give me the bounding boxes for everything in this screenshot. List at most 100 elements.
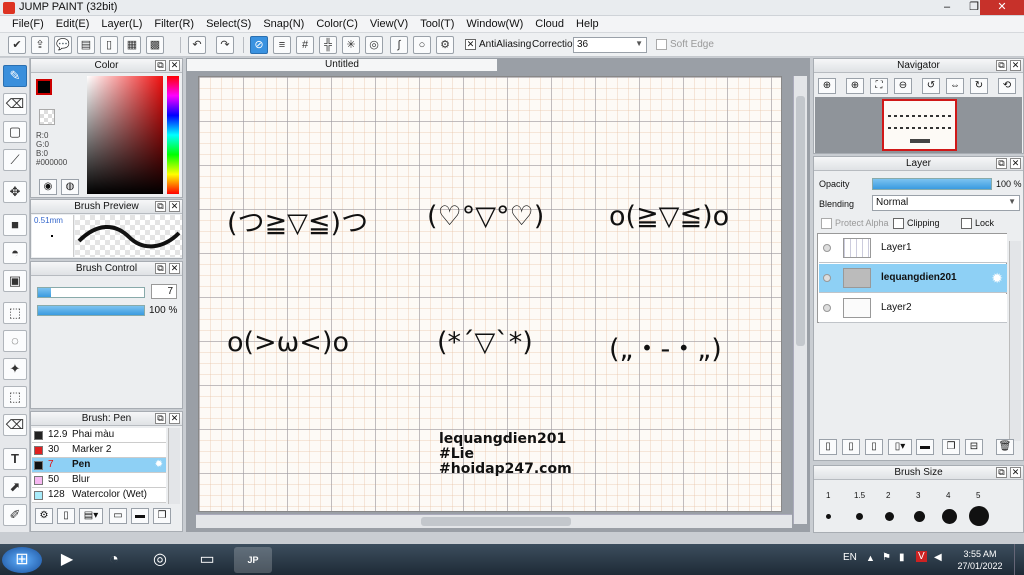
brush-size-dot[interactable] bbox=[885, 512, 894, 521]
start-button[interactable]: ⊞ bbox=[2, 547, 42, 573]
brush-size-option[interactable]: 3 bbox=[916, 491, 920, 500]
cross-snap-icon[interactable]: ╬ bbox=[319, 36, 337, 54]
v-app-icon[interactable]: V bbox=[916, 551, 927, 562]
jump-paint-taskbar-icon[interactable]: JP bbox=[234, 547, 272, 573]
operation-tool-icon[interactable]: ⬈ bbox=[3, 476, 27, 498]
vertical-scrollbar[interactable] bbox=[793, 76, 807, 524]
menu-window[interactable]: Window(W) bbox=[460, 16, 529, 32]
menu-cloud[interactable]: Cloud bbox=[529, 16, 570, 32]
brush-size-dot[interactable] bbox=[826, 514, 831, 519]
flip-icon[interactable]: ⇔ bbox=[946, 78, 964, 94]
snap-settings-icon[interactable]: ⚙ bbox=[436, 36, 454, 54]
brush-size-dot[interactable] bbox=[969, 506, 989, 526]
brush-size-option[interactable]: 2 bbox=[886, 491, 890, 500]
layer-folder-icon[interactable]: ▬ bbox=[916, 439, 934, 455]
undo-icon[interactable]: ↶ bbox=[188, 36, 206, 54]
menu-view[interactable]: View(V) bbox=[364, 16, 414, 32]
panel-close-icon[interactable]: ✕ bbox=[1010, 467, 1021, 478]
grid-layout-icon[interactable]: ▩ bbox=[146, 36, 164, 54]
undock-icon[interactable]: ⧉ bbox=[996, 60, 1007, 71]
layer-visibility-icon[interactable] bbox=[823, 274, 831, 282]
reset-rotation-icon[interactable]: ⟲ bbox=[998, 78, 1016, 94]
lock-checkbox[interactable] bbox=[961, 218, 972, 229]
rect-select-tool-icon[interactable]: ▢ bbox=[3, 121, 27, 143]
undock-icon[interactable]: ⧉ bbox=[155, 60, 166, 71]
navigator-view[interactable] bbox=[815, 97, 1022, 153]
layer-list-scrollbar[interactable] bbox=[1009, 241, 1021, 441]
layer-row[interactable]: Layer1 bbox=[819, 234, 1007, 263]
new-halftone-layer-icon[interactable]: ▯ bbox=[865, 439, 883, 455]
correction-select[interactable]: 36 ▼ bbox=[573, 37, 647, 53]
redo-icon[interactable]: ↷ bbox=[216, 36, 234, 54]
language-indicator[interactable]: EN bbox=[843, 552, 857, 563]
soft-edge-checkbox[interactable] bbox=[656, 39, 667, 50]
rotate-right-icon[interactable]: ↻ bbox=[970, 78, 988, 94]
select-pen-icon[interactable]: ⬚ bbox=[3, 386, 27, 408]
saturation-value-picker[interactable] bbox=[87, 76, 163, 194]
new-raster-layer-icon[interactable]: ▯ bbox=[842, 439, 860, 455]
file-explorer-icon[interactable]: ▭ bbox=[188, 547, 226, 573]
lasso-tool-icon[interactable]: ◌ bbox=[3, 330, 27, 352]
brush-size-option[interactable]: 1 bbox=[826, 491, 830, 500]
brush-copy-icon[interactable]: ▭ bbox=[109, 508, 127, 524]
brush-opacity-slider[interactable] bbox=[37, 305, 145, 316]
cloud-check-icon[interactable]: ✔ bbox=[8, 36, 26, 54]
brush-size-slider[interactable] bbox=[37, 287, 145, 298]
clipping-checkbox[interactable] bbox=[893, 218, 904, 229]
curve-snap-icon[interactable]: ∫ bbox=[390, 36, 408, 54]
show-desktop-button[interactable] bbox=[1014, 544, 1024, 575]
brush-tool-icon[interactable]: ⟋ bbox=[3, 149, 27, 171]
zoom-out-icon[interactable]: ⊖ bbox=[894, 78, 912, 94]
menu-snap[interactable]: Snap(N) bbox=[257, 16, 310, 32]
panel-close-icon[interactable]: ✕ bbox=[169, 263, 180, 274]
fit-window-icon[interactable]: ⛶ bbox=[870, 78, 888, 94]
parallel-ruler-icon[interactable]: ≡ bbox=[273, 36, 291, 54]
layer-settings-icon[interactable]: ✹ bbox=[991, 270, 1003, 287]
minimize-button[interactable]: – bbox=[934, 0, 960, 15]
panel-close-icon[interactable]: ✕ bbox=[169, 413, 180, 424]
color-eyedrop-icon[interactable]: ◍ bbox=[61, 179, 79, 195]
antialiasing-checkbox[interactable]: ✕ bbox=[465, 39, 476, 50]
brush-row[interactable]: 30 Marker 2 bbox=[32, 443, 166, 458]
document-tab[interactable]: Untitled bbox=[186, 58, 498, 72]
brush-folder-icon[interactable]: ▬ bbox=[131, 508, 149, 524]
zoom-in-icon[interactable]: ⊕ bbox=[818, 78, 836, 94]
horizontal-scroll-thumb[interactable] bbox=[421, 517, 571, 526]
new-layer-icon[interactable]: ▯ bbox=[819, 439, 837, 455]
brush-size-dot[interactable] bbox=[856, 513, 863, 520]
tray-expand-icon[interactable]: ▲ bbox=[866, 553, 875, 563]
panel-icon[interactable]: ▤ bbox=[77, 36, 95, 54]
volume-icon[interactable]: ◀ bbox=[934, 552, 942, 563]
app-green-icon[interactable]: ◔ bbox=[95, 547, 133, 573]
layer-row[interactable]: Layer2 bbox=[819, 294, 1007, 323]
eraser-tool-icon[interactable]: ⌫ bbox=[3, 93, 27, 115]
new-brush-icon[interactable]: ▯ bbox=[57, 508, 75, 524]
menu-help[interactable]: Help bbox=[570, 16, 605, 32]
magic-wand-icon[interactable]: ✦ bbox=[3, 358, 27, 380]
eyedropper-tool-icon[interactable]: ✐ bbox=[3, 504, 27, 526]
media-player-icon[interactable]: ▶ bbox=[48, 547, 86, 573]
close-button[interactable]: ✕ bbox=[980, 0, 1024, 15]
blending-select[interactable]: Normal ▼ bbox=[872, 195, 1020, 211]
undock-icon[interactable]: ⧉ bbox=[996, 158, 1007, 169]
brush-row-selected[interactable]: 7 Pen ✹ bbox=[32, 458, 166, 473]
pen-tool-icon[interactable]: ✎ bbox=[3, 65, 27, 87]
snap-off-icon[interactable]: ⊘ bbox=[250, 36, 268, 54]
brush-row[interactable]: 50 Blur bbox=[32, 473, 166, 488]
concentric-snap-icon[interactable]: ◎ bbox=[365, 36, 383, 54]
menu-layer[interactable]: Layer(L) bbox=[95, 16, 148, 32]
merge-layer-icon[interactable]: ⊟ bbox=[965, 439, 983, 455]
text-tool-icon[interactable]: T bbox=[3, 448, 27, 470]
bucket-tool-icon[interactable]: ◓ bbox=[3, 242, 27, 264]
layer-row-selected[interactable]: lequangdien201 ✹ bbox=[819, 264, 1007, 293]
comment-icon[interactable]: 💬 bbox=[54, 36, 72, 54]
brush-size-dot[interactable] bbox=[914, 511, 925, 522]
panel-close-icon[interactable]: ✕ bbox=[1010, 158, 1021, 169]
rotate-left-icon[interactable]: ↺ bbox=[922, 78, 940, 94]
brush-duplicate-icon[interactable]: ❐ bbox=[153, 508, 171, 524]
canvas[interactable]: (つ≧▽≦)つ (♡°▽°♡) o(≧▽≦)o o(>ω<)o (*´▽`*) … bbox=[198, 76, 782, 512]
layer-visibility-icon[interactable] bbox=[823, 244, 831, 252]
main-color-swatch[interactable] bbox=[36, 79, 52, 95]
brush-size-option[interactable]: 4 bbox=[946, 491, 950, 500]
color-history-icon[interactable]: ◉ bbox=[39, 179, 57, 195]
